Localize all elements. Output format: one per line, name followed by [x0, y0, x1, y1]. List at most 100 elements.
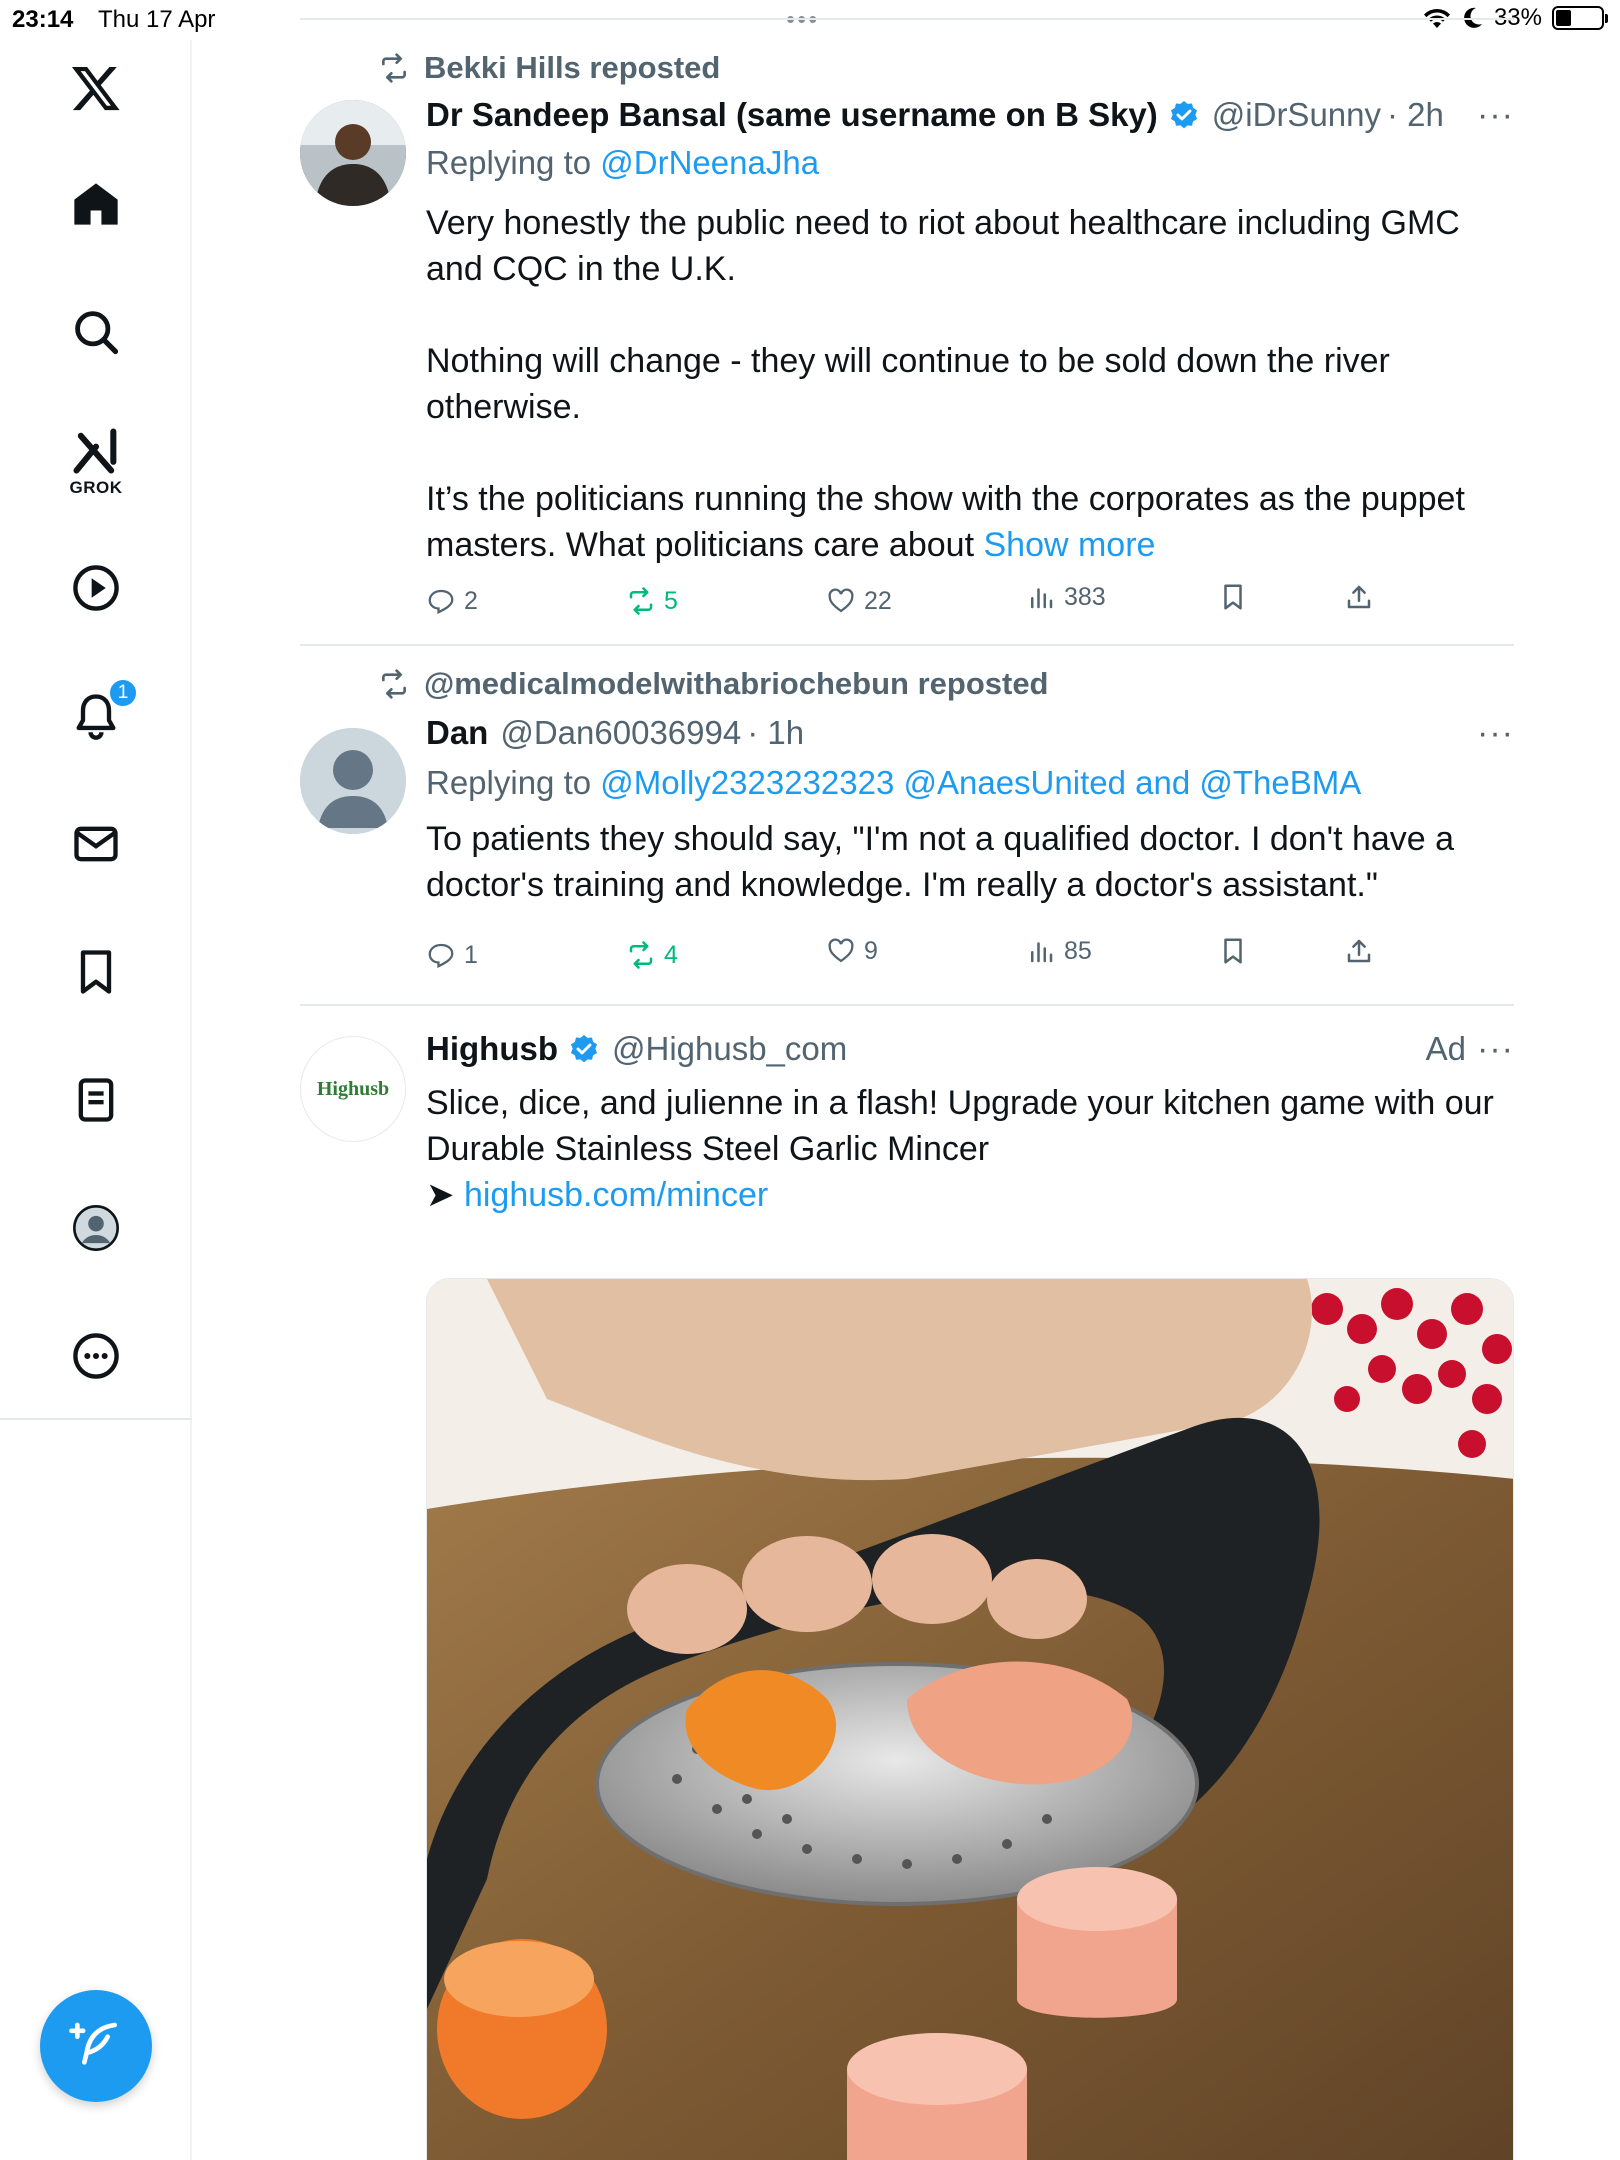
bookmark-icon — [1224, 938, 1242, 964]
tweet[interactable]: Bekki Hills reposted Dr Sandeep Bansal (… — [300, 40, 1514, 646]
advertiser-logo: Highusb — [316, 1077, 390, 1100]
sidebar-nav: GROK 1 — [0, 40, 192, 2160]
repost-icon — [629, 941, 653, 969]
tweet[interactable]: @medicalmodelwithabriochebun reposted Da… — [300, 646, 1514, 1004]
repost-button[interactable]: 5 — [626, 586, 678, 616]
tweet-paragraph-text: It’s the politicians running the show wi… — [426, 480, 1465, 564]
verified-badge-icon — [1170, 101, 1197, 129]
verified-badge-icon — [570, 1035, 598, 1063]
tweet-paragraph: Very honestly the public need to riot ab… — [426, 204, 1460, 288]
x-logo-icon[interactable] — [48, 40, 144, 136]
tweet-actions: 1 4 9 85 — [426, 937, 1406, 980]
replying-to: Replying to @DrNeenaJha — [426, 144, 819, 182]
display-name[interactable]: Dan — [426, 714, 488, 752]
tweet-text: Very honestly the public need to riot ab… — [426, 200, 1506, 568]
repost-context: @medicalmodelwithabriochebun reposted — [378, 666, 1049, 702]
tweet-header: Dan @Dan60036994 · 1h — [426, 714, 804, 752]
bookmark-button[interactable] — [1218, 582, 1248, 612]
status-date: Thu 17 Apr — [98, 6, 216, 33]
tweet-paragraph: It’s the politicians running the show wi… — [426, 476, 1506, 568]
sidebar-item-notifications[interactable]: 1 — [48, 668, 144, 764]
heart-icon — [828, 588, 854, 613]
list-icon — [78, 1078, 114, 1122]
replying-prefix: Replying to — [426, 144, 592, 181]
user-handle[interactable]: @Dan60036994 — [500, 714, 741, 752]
avatar[interactable]: Highusb — [300, 1036, 406, 1142]
bookmark-icon — [1224, 584, 1242, 610]
more-options-icon[interactable]: ··· — [1477, 1030, 1514, 1069]
sidebar-item-more[interactable] — [48, 1308, 144, 1404]
battery-icon — [1552, 6, 1608, 30]
tweet-time[interactable]: · 1h — [747, 714, 804, 752]
sidebar-item-messages[interactable] — [48, 796, 144, 892]
share-button[interactable] — [1344, 936, 1374, 966]
bookmark-icon — [80, 950, 112, 994]
avatar-icon — [73, 1205, 119, 1251]
replying-prefix: Replying to — [426, 764, 592, 801]
reply-icon — [428, 589, 454, 615]
more-options-icon[interactable]: ··· — [1477, 714, 1514, 753]
share-icon — [1347, 939, 1371, 963]
share-icon — [1347, 585, 1371, 609]
tweet-paragraph: Slice, dice, and julienne in a flash! Up… — [426, 1084, 1494, 1168]
tweet-text: To patients they should say, "I'm not a … — [426, 816, 1506, 908]
sidebar-item-explore[interactable] — [48, 284, 144, 380]
repost-icon — [629, 587, 653, 615]
show-more-link[interactable]: Show more — [983, 526, 1155, 564]
reply-mention-link[interactable]: @Molly2323232323 @AnaesUnited and @TheBM… — [600, 764, 1361, 801]
tweet-text: Slice, dice, and julienne in a flash! Up… — [426, 1080, 1506, 1172]
views-button[interactable]: 383 — [1026, 582, 1106, 612]
notification-badge: 1 — [108, 678, 138, 708]
more-options-icon[interactable]: ··· — [1477, 96, 1514, 135]
repost-button[interactable]: 4 — [626, 940, 678, 970]
reply-mention-link[interactable]: @DrNeenaJha — [600, 144, 819, 181]
avatar[interactable] — [300, 100, 406, 206]
heart-icon — [828, 938, 854, 963]
repost-icon — [382, 53, 406, 83]
views-button[interactable]: 85 — [1026, 936, 1092, 966]
feed-top-line — [300, 18, 1514, 20]
sidebar-item-lists[interactable] — [48, 1052, 144, 1148]
sidebar-item-profile[interactable] — [48, 1180, 144, 1276]
tweet-header: Highusb @Highusb_com — [426, 1030, 847, 1068]
reply-count: 1 — [464, 940, 478, 969]
share-button[interactable] — [1344, 582, 1374, 612]
link-arrow: ➤ — [426, 1176, 455, 1214]
mail-icon — [74, 826, 118, 862]
sidebar-item-video[interactable] — [48, 540, 144, 636]
tweet-header: Dr Sandeep Bansal (same username on B Sk… — [426, 96, 1444, 134]
home-icon — [74, 183, 118, 225]
ad-link[interactable]: highusb.com/mincer — [464, 1176, 768, 1214]
tweet-link-line: ➤ highusb.com/mincer — [426, 1172, 1506, 1218]
views-icon — [1031, 942, 1053, 963]
like-count: 9 — [864, 936, 878, 965]
sidebar-item-home[interactable] — [48, 156, 144, 252]
like-button[interactable]: 22 — [826, 586, 892, 616]
sidebar-item-grok[interactable]: GROK — [48, 412, 144, 508]
display-name[interactable]: Dr Sandeep Bansal (same username on B Sk… — [426, 96, 1158, 134]
grok-icon — [73, 428, 117, 474]
repost-by: @medicalmodelwithabriochebun reposted — [424, 666, 1049, 701]
avatar[interactable] — [300, 728, 406, 834]
more-circle-icon — [73, 1333, 119, 1379]
tweet-time[interactable]: · 2h — [1387, 96, 1444, 134]
repost-count: 5 — [664, 586, 678, 615]
reply-button[interactable]: 2 — [426, 586, 478, 616]
compose-button[interactable] — [40, 1990, 152, 2102]
sidebar-divider — [0, 1418, 192, 1420]
garlic-mincer-video-frame — [427, 1279, 1513, 2160]
reply-icon — [428, 943, 454, 969]
sidebar-item-bookmarks[interactable] — [48, 924, 144, 1020]
view-count: 85 — [1064, 936, 1092, 965]
display-name[interactable]: Highusb — [426, 1030, 558, 1068]
reply-button[interactable]: 1 — [426, 940, 478, 970]
ad-video[interactable] — [426, 1278, 1514, 2160]
user-handle[interactable]: @Highusb_com — [612, 1030, 847, 1068]
like-button[interactable]: 9 — [826, 936, 878, 966]
tweet-paragraph: To patients they should say, "I'm not a … — [426, 820, 1455, 904]
promoted-tweet[interactable]: Highusb Highusb @Highusb_com Ad ··· Slic… — [300, 1006, 1514, 2160]
status-bar: 23:14 Thu 17 Apr ••• 33% — [0, 0, 1620, 40]
tweet-actions: 2 5 22 383 — [426, 583, 1406, 626]
bookmark-button[interactable] — [1218, 936, 1248, 966]
user-handle[interactable]: @iDrSunny — [1212, 96, 1381, 134]
